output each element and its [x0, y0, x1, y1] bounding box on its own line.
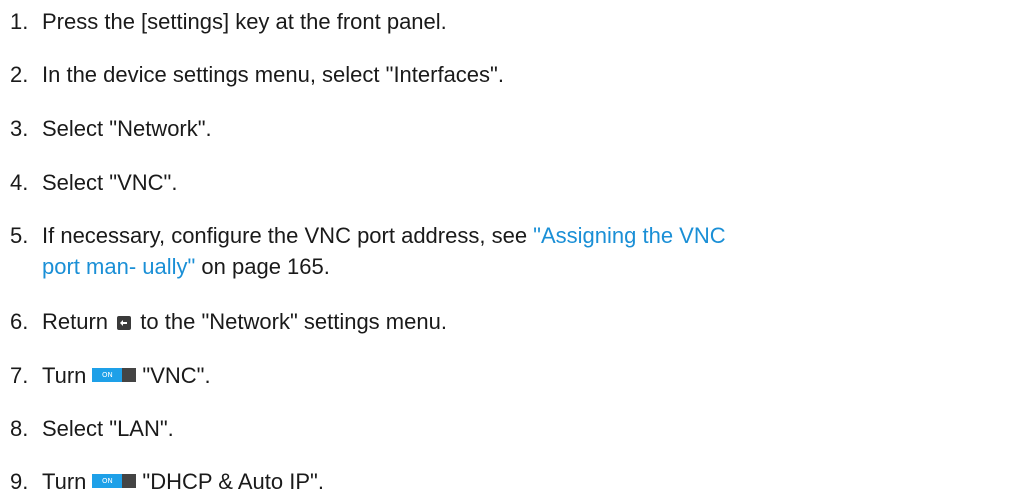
back-arrow-key-icon [117, 316, 132, 330]
step-number: 9. [10, 469, 29, 494]
step-9: 9. Turn ON "DHCP & Auto IP". [10, 466, 324, 497]
step-text: Turn [42, 469, 87, 494]
step-number: 3. [10, 116, 29, 141]
step-text: Select "LAN". [42, 416, 174, 441]
toggle-on-label: ON [92, 368, 123, 382]
on-off-toggle-icon: ON [92, 368, 137, 382]
step-number: 4. [10, 170, 29, 195]
toggle-on-label: ON [92, 474, 123, 488]
step-text: Select "Network". [42, 116, 212, 141]
step-5: 5. If necessary, configure the VNC port a… [10, 220, 742, 282]
step-text: If necessary, configure the VNC port add… [42, 223, 534, 248]
step-text: Select "VNC". [42, 170, 178, 195]
step-number: 1. [10, 9, 29, 34]
step-1: 1. Press the [settings] key at the front … [10, 6, 447, 37]
step-text-after: on page 165. [195, 254, 330, 279]
step-text: Return [42, 309, 109, 334]
step-text-after: "DHCP & Auto IP". [142, 469, 324, 494]
step-number: 2. [10, 62, 29, 87]
step-number: 6. [10, 309, 29, 334]
step-text: Turn [42, 363, 87, 388]
step-text-after: "VNC". [142, 363, 211, 388]
on-off-toggle-icon: ON [92, 474, 137, 488]
step-2: 2. In the device settings menu, select "I… [10, 59, 504, 90]
step-8: 8. Select "LAN". [10, 413, 174, 444]
step-number: 5. [10, 223, 29, 248]
step-text-after: to the "Network" settings menu. [140, 309, 447, 334]
step-number: 7. [10, 363, 29, 388]
step-6: 6. Return to the "Network" settings menu. [10, 306, 447, 337]
step-text: In the device settings menu, select "Int… [42, 62, 504, 87]
step-number: 8. [10, 416, 29, 441]
step-4: 4. Select "VNC". [10, 167, 177, 198]
step-text: Press the [settings] key at the front pa… [42, 9, 447, 34]
step-3: 3. Select "Network". [10, 113, 212, 144]
step-7: 7. Turn ON "VNC". [10, 360, 211, 391]
